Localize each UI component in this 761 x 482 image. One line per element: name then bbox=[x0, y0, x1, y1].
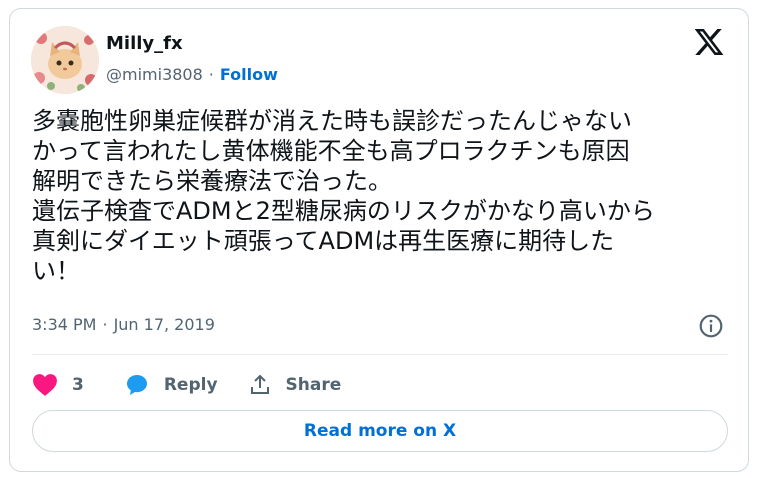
reply-label: Reply bbox=[163, 375, 218, 395]
info-icon[interactable] bbox=[698, 313, 724, 339]
like-button[interactable]: 3 bbox=[32, 373, 84, 397]
tweet-text: 多嚢胞性卵巣症候群が消えた時も誤診だったんじゃない かって言われたし黄体機能不全… bbox=[32, 107, 655, 285]
divider bbox=[32, 354, 728, 355]
avatar[interactable] bbox=[31, 26, 99, 94]
tweet-timestamp[interactable]: 3:34 PM · Jun 17, 2019 bbox=[32, 315, 215, 334]
handle-separator: · bbox=[208, 65, 214, 84]
author-name[interactable]: Milly_fx bbox=[106, 33, 183, 54]
like-count: 3 bbox=[72, 375, 84, 395]
share-button[interactable]: Share bbox=[248, 373, 342, 397]
tweet-date[interactable]: Jun 17, 2019 bbox=[114, 315, 215, 334]
x-logo-icon[interactable] bbox=[692, 26, 730, 60]
author-handle-row: @mimi3808 · Follow bbox=[106, 65, 278, 84]
avatar-image bbox=[31, 26, 99, 94]
share-icon bbox=[250, 374, 269, 394]
read-more-button[interactable]: Read more on X bbox=[32, 410, 728, 452]
action-bar: 3 Reply Share bbox=[32, 367, 371, 403]
reply-button[interactable]: Reply bbox=[124, 373, 218, 397]
tweet-time[interactable]: 3:34 PM bbox=[32, 315, 96, 334]
share-label: Share bbox=[285, 375, 342, 395]
follow-button[interactable]: Follow bbox=[220, 65, 278, 84]
timestamp-separator: · bbox=[102, 315, 108, 334]
tweet-card: Milly_fx @mimi3808 · Follow 多嚢胞性卵巣症候群が消え… bbox=[9, 8, 749, 472]
reply-icon bbox=[126, 375, 147, 395]
author-handle[interactable]: @mimi3808 bbox=[106, 65, 203, 84]
heart-icon bbox=[33, 374, 57, 396]
